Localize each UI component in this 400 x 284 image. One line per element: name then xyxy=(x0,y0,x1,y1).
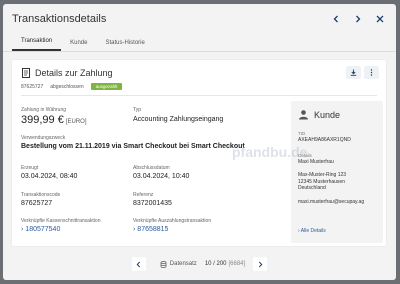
pager-label: Datensatz xyxy=(160,260,197,268)
database-icon xyxy=(160,260,167,268)
card-title: Details zur Zahlung xyxy=(35,68,113,78)
amount-value: 399,99 € [EURO] xyxy=(21,114,87,126)
record-pager: Datensatz 10 / 200 [6684] xyxy=(3,254,396,274)
receipt-icon xyxy=(22,68,30,78)
customer-panel: Kunde TID AXEAH9A86AXR1QND Details Maxi … xyxy=(291,101,383,243)
cash-link-text[interactable]: 180577540 xyxy=(25,226,60,233)
pager-count: 10 / 200 [6684] xyxy=(205,261,245,267)
transaction-id: 87625727 xyxy=(21,83,44,90)
amount-label: Zahlung in Währung xyxy=(21,107,67,113)
status-badge: ausgezahlt xyxy=(90,83,123,90)
chevron-left-icon xyxy=(136,261,141,267)
close-button[interactable] xyxy=(372,11,388,27)
user-icon xyxy=(299,110,308,120)
purpose-value: Bestellung vom 21.11.2019 via Smart Chec… xyxy=(21,143,245,150)
tab-status-history[interactable]: Status-Historie xyxy=(96,40,153,51)
tid-label: TID xyxy=(298,131,306,136)
all-details-link[interactable]: › Alle Details xyxy=(298,228,326,234)
cash-link[interactable]: › 180577540 xyxy=(21,226,60,233)
chevron-right-icon: › xyxy=(133,226,136,233)
created-label: Erzeugt xyxy=(21,165,39,171)
txcode-label: Transaktionscode xyxy=(21,192,61,198)
more-button[interactable] xyxy=(364,66,379,79)
prev-button[interactable] xyxy=(328,11,344,27)
modal-title: Transaktionsdetails xyxy=(12,13,107,25)
amount: 399,99 € xyxy=(21,114,64,126)
download-button[interactable] xyxy=(346,66,361,79)
status-text: abgeschlossen xyxy=(50,83,84,90)
chevron-left-icon xyxy=(333,15,338,23)
customer-email: maxi.musterfrau@secupay.ag xyxy=(298,199,365,205)
customer-country: Deutschland xyxy=(298,185,326,191)
payout-link-text[interactable]: 87658815 xyxy=(137,226,168,233)
type-value: Accounting Zahlungseingang xyxy=(133,116,224,123)
payout-link-label: Verknüpfte Auszahlungstransaktion xyxy=(133,218,212,224)
tid-value: AXEAH9A86AXR1QND xyxy=(298,137,351,143)
more-vert-icon xyxy=(370,69,373,76)
customer-title: Kunde xyxy=(314,109,341,120)
pager-total: [6684] xyxy=(228,261,246,267)
transaction-modal: Transaktionsdetails Transaktion Kunde St… xyxy=(3,4,396,280)
tab-customer[interactable]: Kunde xyxy=(61,40,96,51)
currency: [EURO] xyxy=(65,119,87,125)
closing-value: 03.04.2024, 10:40 xyxy=(133,173,190,180)
txcode-value: 87625727 xyxy=(21,200,53,207)
pager-label-text: Datensatz xyxy=(169,261,197,267)
close-icon xyxy=(376,15,384,23)
tab-bar: Transaktion Kunde Status-Historie xyxy=(3,34,396,52)
created-value: 03.04.2024, 08:40 xyxy=(21,173,78,180)
card-header: Details zur Zahlung xyxy=(21,68,113,78)
customer-panel-header: Kunde xyxy=(298,109,340,120)
ref-label: Referenz xyxy=(133,192,154,198)
download-icon xyxy=(350,69,357,76)
purpose-label: Verwendungszweck xyxy=(21,135,66,141)
watermark: pfandbu.de xyxy=(232,144,308,160)
pager-prev-button[interactable] xyxy=(131,257,146,271)
next-button[interactable] xyxy=(350,11,366,27)
ref-value: 8372001435 xyxy=(133,200,172,207)
pager-next-button[interactable] xyxy=(253,257,268,271)
modal-header: Transaktionsdetails xyxy=(3,4,396,34)
card-actions xyxy=(343,66,379,79)
closing-label: Abschlussdatum xyxy=(133,165,170,171)
payout-link[interactable]: › 87658815 xyxy=(133,226,168,233)
meta-row: 87625727 abgeschlossen ausgezahlt xyxy=(21,83,123,90)
all-details-text[interactable]: Alle Details xyxy=(301,228,326,234)
chevron-right-icon: › xyxy=(21,226,24,233)
type-label: Typ xyxy=(133,107,142,113)
pager-current: 10 / 200 xyxy=(204,261,227,267)
cash-link-label: Verknüpfte Kassenschnittransaktion xyxy=(21,218,101,224)
chevron-right-icon xyxy=(356,15,361,23)
tab-transaction[interactable]: Transaktion xyxy=(12,38,62,51)
chevron-right-icon xyxy=(258,261,263,267)
payment-details-card: Details zur Zahlung 87625727 abgeschloss… xyxy=(12,60,386,246)
divider xyxy=(21,95,377,96)
